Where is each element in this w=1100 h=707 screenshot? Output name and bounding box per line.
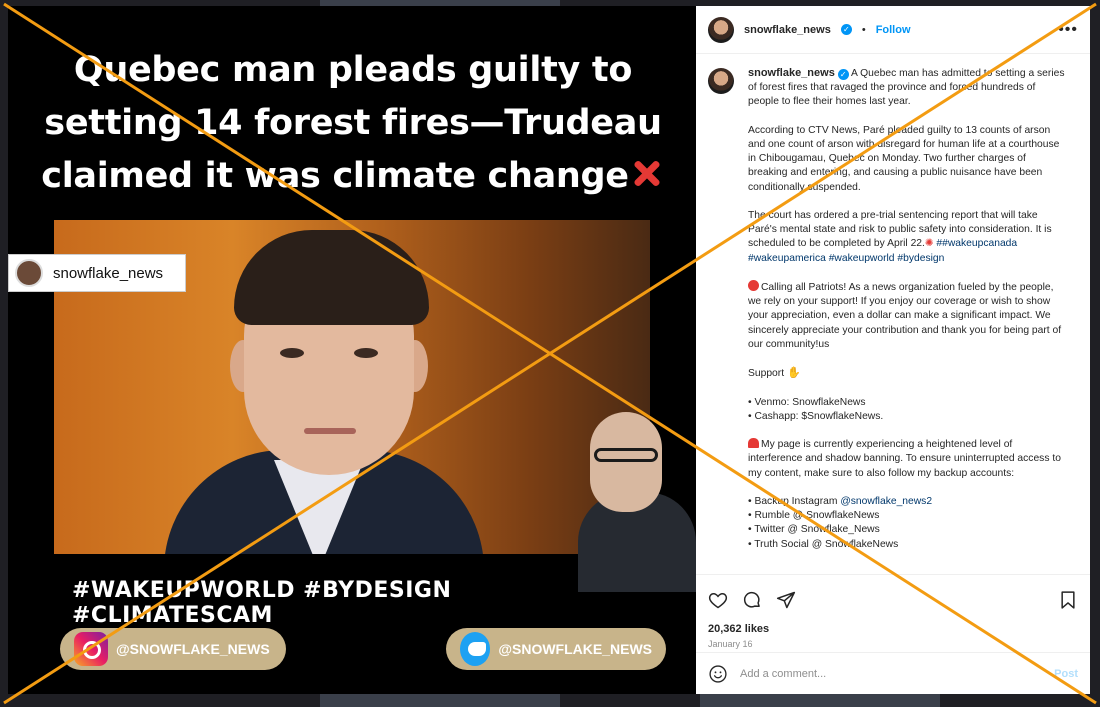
header-separator: • [861, 23, 866, 36]
post-comment-button[interactable]: Post [1054, 668, 1078, 680]
caricature-glasses [594, 448, 658, 462]
post-date: January 16 [708, 639, 753, 649]
instagram-handle-text: @SNOWFLAKE_NEWS [116, 641, 270, 657]
anger-icon [629, 155, 665, 191]
post-header: snowflake_news ✓ • Follow ••• [696, 6, 1090, 54]
venmo-line: • Venmo: SnowflakeNews [748, 396, 866, 408]
verified-icon: ✓ [840, 24, 852, 35]
caption-username[interactable]: snowflake_news [748, 67, 835, 79]
image-headline: Quebec man pleads guilty to setting 14 f… [28, 44, 678, 203]
comment-icon[interactable] [742, 590, 762, 610]
background-thumbnail [700, 694, 940, 707]
post-sidebar: snowflake_news ✓ • Follow ••• snowflake_… [696, 6, 1090, 694]
header-username[interactable]: snowflake_news [744, 24, 831, 36]
user-tag-avatar [15, 259, 43, 287]
backup-instagram-line: • Backup Instagram [748, 495, 841, 507]
pray-icon: ✋ [786, 367, 801, 380]
twitter-icon [460, 632, 491, 666]
backup-instagram-link[interactable]: @snowflake_news2 [840, 496, 932, 507]
anger-icon: ✺ [924, 238, 934, 250]
comment-bar: Post [696, 652, 1090, 694]
photo-hair [234, 230, 429, 325]
truth-social-line: • Truth Social @ SnowflakeNews [748, 538, 899, 550]
follow-button[interactable]: Follow [876, 24, 911, 36]
rumble-line: • Rumble @ SnowflakeNews [748, 510, 880, 522]
heart-icon[interactable] [708, 590, 728, 610]
share-icon[interactable] [776, 590, 796, 610]
user-tag[interactable]: snowflake_news [8, 254, 186, 292]
avatar[interactable] [708, 16, 734, 43]
twitter-line: • Twitter @ Snowflake_News [748, 524, 880, 536]
siren-icon [748, 438, 759, 449]
caption-avatar[interactable] [708, 68, 734, 94]
image-headline-text: Quebec man pleads guilty to setting 14 f… [41, 50, 662, 196]
comment-input[interactable] [740, 667, 1043, 680]
support-label: Support [748, 368, 785, 380]
image-hashtags: #WAKEUPWORLD #BYDESIGN #CLIMATESCAM [72, 578, 452, 628]
post-image[interactable]: Quebec man pleads guilty to setting 14 f… [8, 6, 696, 694]
instagram-icon [74, 632, 108, 666]
twitter-handle-text: @SNOWFLAKE_NEWS [498, 641, 652, 657]
caption-paragraph: My page is currently experiencing a heig… [748, 439, 1061, 479]
post-actions: 20,362 likes January 16 [696, 574, 1090, 649]
emoji-icon[interactable] [708, 664, 728, 684]
caption-paragraph: According to CTV News, Paré pleaded guil… [748, 124, 1060, 193]
action-icons [708, 585, 1078, 615]
photo-eye [354, 348, 378, 358]
background-thumbnail [320, 694, 560, 707]
red-circle-icon [748, 280, 759, 291]
twitter-handle-badge: @SNOWFLAKE_NEWS [446, 628, 666, 670]
user-tag-name: snowflake_news [53, 264, 164, 282]
photo-eye [280, 348, 304, 358]
likes-count[interactable]: 20,362 likes [708, 623, 1078, 635]
caption: snowflake_news ✓ A Quebec man has admitt… [708, 66, 1078, 566]
caricature-face [590, 412, 662, 512]
bookmark-icon[interactable] [1058, 590, 1078, 610]
more-icon[interactable]: ••• [1058, 21, 1078, 39]
instagram-handle-badge: @SNOWFLAKE_NEWS [60, 628, 286, 670]
cashapp-line: • Cashapp: $SnowflakeNews. [748, 410, 884, 422]
caption-paragraph: Calling all Patriots! As a news organiza… [748, 282, 1062, 350]
caricature-illustration [568, 402, 696, 592]
photo-mouth [304, 428, 356, 434]
verified-icon: ✓ [837, 69, 849, 80]
caption-text: snowflake_news ✓ A Quebec man has admitt… [748, 66, 1068, 566]
